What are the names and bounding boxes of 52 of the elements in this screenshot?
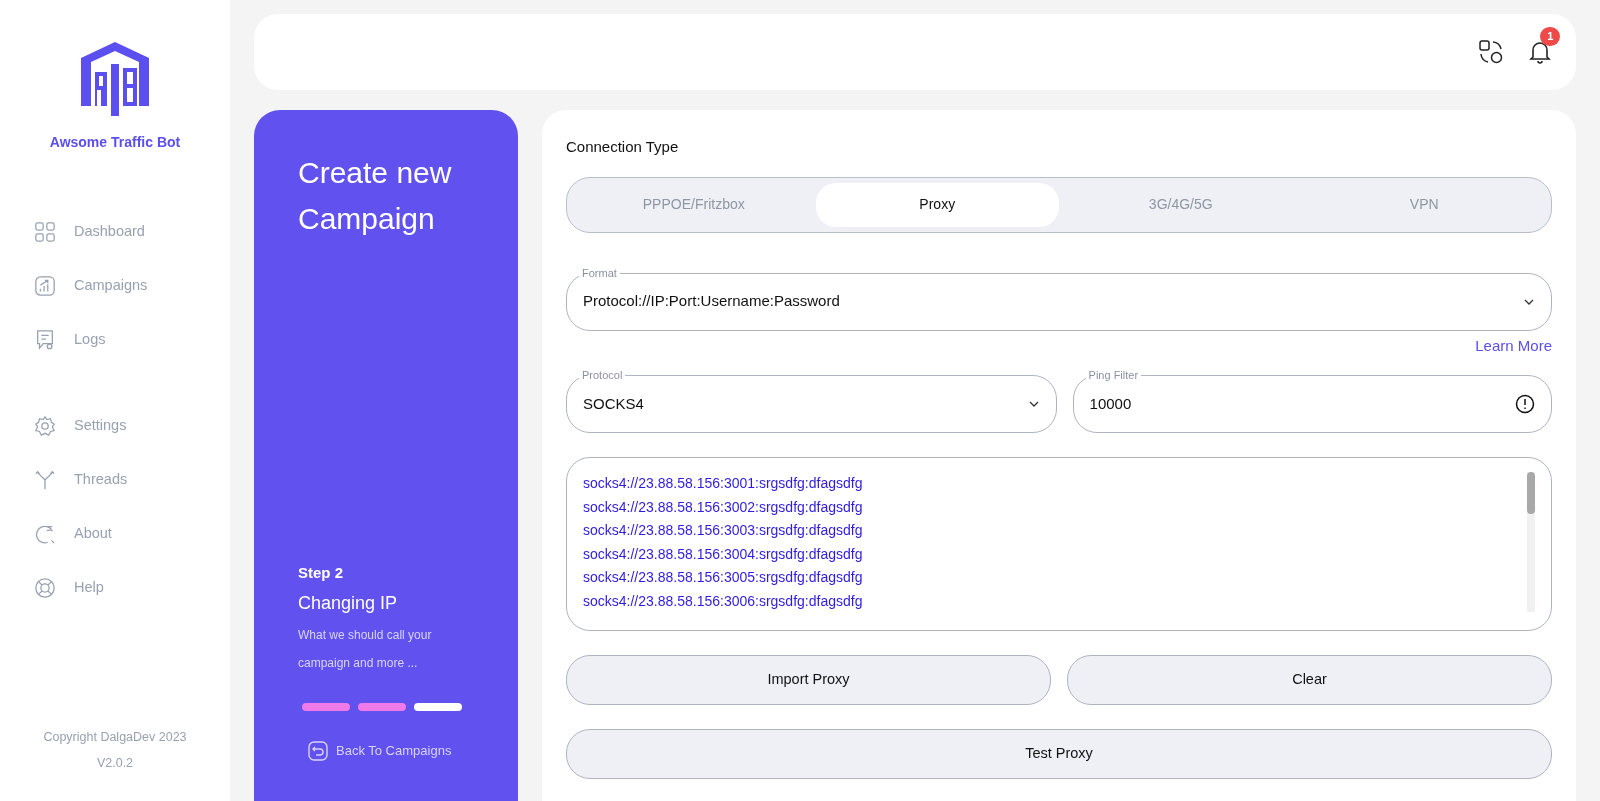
chevron-down-icon <box>1027 400 1040 408</box>
step-title: Changing IP <box>298 592 399 615</box>
sidebar-item[interactable]: Logs <box>0 313 230 367</box>
test-proxy-button[interactable]: Test Proxy <box>566 729 1552 779</box>
scrollbar[interactable] <box>1527 472 1535 612</box>
brand-name: Awsome Traffic Bot <box>48 133 182 152</box>
version-text: V2.0.2 <box>95 755 135 773</box>
sidebar-item[interactable]: Settings <box>0 399 230 453</box>
connection-tab[interactable]: PPPOE/Fritzbox <box>572 182 816 227</box>
connection-tab[interactable]: VPN <box>1302 182 1546 227</box>
step-description: What we should call your campaign and more ... <box>298 627 433 672</box>
back-link[interactable]: Back To Campaigns <box>308 741 452 761</box>
document-search-icon <box>34 329 56 351</box>
notification-count: 1 <box>1540 27 1561 46</box>
learn-more-link[interactable]: Learn More <box>1475 336 1552 354</box>
lifebuoy-icon <box>34 577 56 599</box>
clear-button[interactable]: Clear <box>1067 655 1552 705</box>
chart-icon <box>34 275 56 297</box>
logo-icon <box>81 42 149 116</box>
copyright-text: Copyright DalgaDev 2023 <box>42 728 188 746</box>
bell-icon[interactable] <box>1528 39 1552 65</box>
field-value: Protocol://IP:Port:Username:Password <box>583 291 841 312</box>
proxy-list[interactable] <box>566 457 1552 631</box>
proxy-entry: socks4://23.88.58.156:3001:srgsdfg:dfagsdfg <box>583 474 864 493</box>
field-label: Protocol <box>579 368 626 382</box>
connection-tab[interactable]: Proxy <box>815 182 1059 227</box>
connection-tab[interactable]: 3G/4G/5G <box>1059 182 1303 227</box>
proxy-entry: socks4://23.88.58.156:3004:srgsdfg:dfagsdfg <box>583 544 864 564</box>
proxy-entry: socks4://23.88.58.156:3003:srgsdfg:dfagsdfg <box>583 521 864 540</box>
sidebar-item[interactable]: Help <box>0 561 230 615</box>
section-label: Connection Type <box>566 137 680 157</box>
wizard-title: Create new Campaign <box>298 155 453 237</box>
fork-icon <box>34 469 56 491</box>
settings-icon <box>34 415 56 437</box>
proxy-entry: socks4://23.88.58.156:3002:srgsdfg:dfagsdfg <box>583 497 864 517</box>
step-number: Step 2 <box>298 562 344 583</box>
proxy-entry: socks4://23.88.58.156:3005:srgsdfg:dfagsdfg <box>583 568 864 587</box>
sidebar-item[interactable]: About <box>0 507 230 561</box>
import-proxy-button[interactable]: Import Proxy <box>566 655 1051 705</box>
sidebar-item[interactable]: Campaigns <box>0 259 230 313</box>
refresh-icon <box>34 523 56 545</box>
proxy-entry: socks4://23.88.58.156:3006:srgsdfg:dfagsdfg <box>583 591 864 611</box>
field-value: 10000 <box>1089 393 1133 414</box>
back-icon <box>308 741 328 761</box>
grid-icon <box>34 221 56 243</box>
field-label: Ping Filter <box>1085 368 1142 382</box>
translate-icon[interactable] <box>1478 39 1504 65</box>
info-icon <box>1515 394 1535 414</box>
sidebar-item[interactable]: Dashboard <box>0 205 230 259</box>
chevron-down-icon <box>1523 297 1535 306</box>
field-value: SOCKS4 <box>583 393 645 414</box>
sidebar-item[interactable]: Threads <box>0 453 230 507</box>
